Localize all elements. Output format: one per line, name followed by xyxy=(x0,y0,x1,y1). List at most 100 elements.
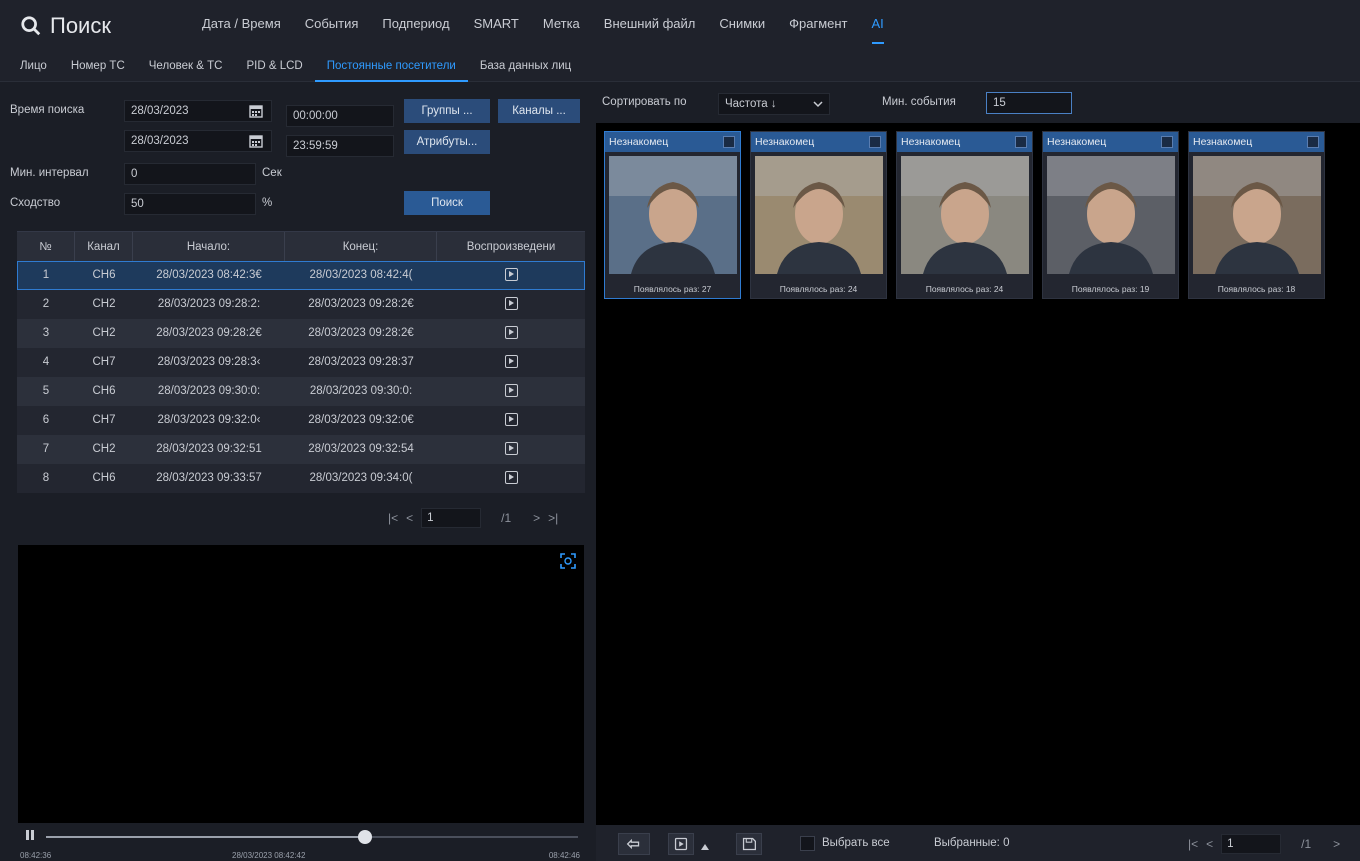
video-player[interactable] xyxy=(18,545,584,823)
face-card[interactable]: Незнакомец Появлялось раз: 24 xyxy=(750,131,887,299)
play-icon[interactable] xyxy=(504,268,518,282)
column-header[interactable]: Канал xyxy=(75,232,133,261)
appearance-count: Появлялось раз: 27 xyxy=(633,284,712,294)
card-checkbox[interactable] xyxy=(1161,136,1173,148)
chevron-down-icon xyxy=(813,101,823,108)
appearance-count: Появлялось раз: 24 xyxy=(779,284,858,294)
cell-ch: CH2 xyxy=(92,298,116,310)
column-header[interactable]: № xyxy=(17,232,75,261)
search-title: Поиск xyxy=(20,10,111,42)
face-thumbnail[interactable] xyxy=(755,156,883,274)
play-icon[interactable] xyxy=(504,355,518,369)
calendar-icon[interactable] xyxy=(249,104,263,118)
column-header[interactable]: Воспроизведени xyxy=(437,232,585,261)
face-thumbnail[interactable] xyxy=(901,156,1029,274)
selected-count: Выбранные: 0 xyxy=(934,837,1010,849)
table-row[interactable]: 4 CH7 28/03/2023 09:28:3‹ 28/03/2023 09:28:… xyxy=(17,348,585,377)
page-input[interactable]: 1 xyxy=(421,508,482,528)
play-icon[interactable] xyxy=(504,384,518,398)
table-row[interactable]: 2 CH2 28/03/2023 09:28:2: 28/03/2023 09:28:… xyxy=(17,290,585,319)
tab-6[interactable]: Снимки xyxy=(707,0,777,52)
select-all-label[interactable]: Выбрать все xyxy=(822,837,890,849)
sort-label: Сортировать по xyxy=(602,96,687,108)
tab-8[interactable]: AI xyxy=(860,0,896,52)
select-all-checkbox[interactable] xyxy=(800,836,815,851)
play-icon[interactable] xyxy=(504,442,518,456)
subtab-2[interactable]: Человек & ТС xyxy=(137,52,235,82)
cell-ch: CH6 xyxy=(92,472,116,484)
subtab-4[interactable]: Постоянные посетители xyxy=(314,52,468,82)
table-row[interactable]: 1 CH6 28/03/2023 08:42:3€ 28/03/2023 08:42:… xyxy=(17,261,585,290)
cell-ch: CH6 xyxy=(92,385,116,397)
min-interval-field[interactable]: 0 xyxy=(124,163,256,185)
end-time-field[interactable]: 23:59:59 xyxy=(286,135,394,157)
play-button[interactable] xyxy=(668,833,694,855)
play-icon[interactable] xyxy=(504,413,518,427)
timeline-track[interactable] xyxy=(46,830,578,844)
cell-n: 2 xyxy=(42,298,50,310)
table-row[interactable]: 3 CH2 28/03/2023 09:28:2€ 28/03/2023 09:28:… xyxy=(17,319,585,348)
channels-button[interactable]: Каналы ... xyxy=(498,99,580,123)
search-button[interactable]: Поиск xyxy=(404,191,490,215)
subtab-0[interactable]: Лицо xyxy=(8,52,59,82)
save-button[interactable] xyxy=(736,833,762,855)
table-row[interactable]: 5 CH6 28/03/2023 09:30:0: 28/03/2023 09:30:… xyxy=(17,377,585,406)
play-icon[interactable] xyxy=(504,297,518,311)
tab-7[interactable]: Фрагмент xyxy=(777,0,859,52)
page-input[interactable]: 1 xyxy=(1221,834,1282,854)
tab-5[interactable]: Внешний файл xyxy=(592,0,708,52)
timeline-handle[interactable] xyxy=(358,830,373,844)
subtab-5[interactable]: База данных лиц xyxy=(468,52,583,82)
next-page-button[interactable]: > xyxy=(533,511,540,525)
back-button[interactable] xyxy=(618,833,650,855)
right-pager: |< < 1 /1 > xyxy=(1188,834,1340,854)
table-row[interactable]: 7 CH2 28/03/2023 09:32:51 28/03/2023 09:32:… xyxy=(17,435,585,464)
face-card[interactable]: Незнакомец Появлялось раз: 19 xyxy=(1042,131,1179,299)
calendar-icon[interactable] xyxy=(249,134,263,148)
min-events-input[interactable]: 15 xyxy=(986,92,1072,114)
first-page-button[interactable]: |< xyxy=(1188,837,1198,851)
similarity-field[interactable]: 50 xyxy=(124,193,256,215)
face-card[interactable]: Незнакомец Появлялось раз: 18 xyxy=(1188,131,1325,299)
caret-up-icon[interactable] xyxy=(700,843,710,851)
card-checkbox[interactable] xyxy=(869,136,881,148)
card-checkbox[interactable] xyxy=(1015,136,1027,148)
fullscreen-icon[interactable] xyxy=(560,553,576,569)
face-thumbnail[interactable] xyxy=(1193,156,1321,274)
face-thumbnail[interactable] xyxy=(609,156,737,274)
subtab-1[interactable]: Номер ТС xyxy=(59,52,137,82)
next-page-button[interactable]: > xyxy=(1333,837,1340,851)
cell-end: 28/03/2023 09:28:2€ xyxy=(308,327,414,339)
prev-page-button[interactable]: < xyxy=(1206,837,1213,851)
table-row[interactable]: 6 CH7 28/03/2023 09:32:0‹ 28/03/2023 09:32:… xyxy=(17,406,585,435)
prev-page-button[interactable]: < xyxy=(406,511,413,525)
face-card[interactable]: Незнакомец Появлялось раз: 27 xyxy=(604,131,741,299)
card-title: Незнакомец xyxy=(897,132,1032,152)
column-header[interactable]: Конец: xyxy=(285,232,437,261)
sort-select[interactable]: Частота ↓ xyxy=(718,93,830,115)
play-icon[interactable] xyxy=(504,326,518,340)
tab-4[interactable]: Метка xyxy=(531,0,592,52)
start-time-field[interactable]: 00:00:00 xyxy=(286,105,394,127)
card-checkbox[interactable] xyxy=(1307,136,1319,148)
groups-button[interactable]: Группы ... xyxy=(404,99,490,123)
tab-1[interactable]: События xyxy=(293,0,371,52)
cell-ch: CH7 xyxy=(92,414,116,426)
play-icon[interactable] xyxy=(504,471,518,485)
face-card[interactable]: Незнакомец Появлялось раз: 24 xyxy=(896,131,1033,299)
tab-3[interactable]: SMART xyxy=(462,0,531,52)
first-page-button[interactable]: |< xyxy=(388,511,398,525)
column-header[interactable]: Начало: xyxy=(133,232,285,261)
face-thumbnail[interactable] xyxy=(1047,156,1175,274)
cell-ch: CH6 xyxy=(92,269,116,281)
subtab-3[interactable]: PID & LCD xyxy=(234,52,314,82)
attributes-button[interactable]: Атрибуты... xyxy=(404,130,490,154)
tab-2[interactable]: Подпериод xyxy=(370,0,461,52)
pause-icon[interactable] xyxy=(24,829,36,841)
cell-ch: CH2 xyxy=(92,327,116,339)
last-page-button[interactable]: >| xyxy=(548,511,558,525)
cell-play xyxy=(437,464,585,493)
tab-0[interactable]: Дата / Время xyxy=(190,0,293,52)
card-checkbox[interactable] xyxy=(723,136,735,148)
table-row[interactable]: 8 CH6 28/03/2023 09:33:57 28/03/2023 09:34:… xyxy=(17,464,585,493)
